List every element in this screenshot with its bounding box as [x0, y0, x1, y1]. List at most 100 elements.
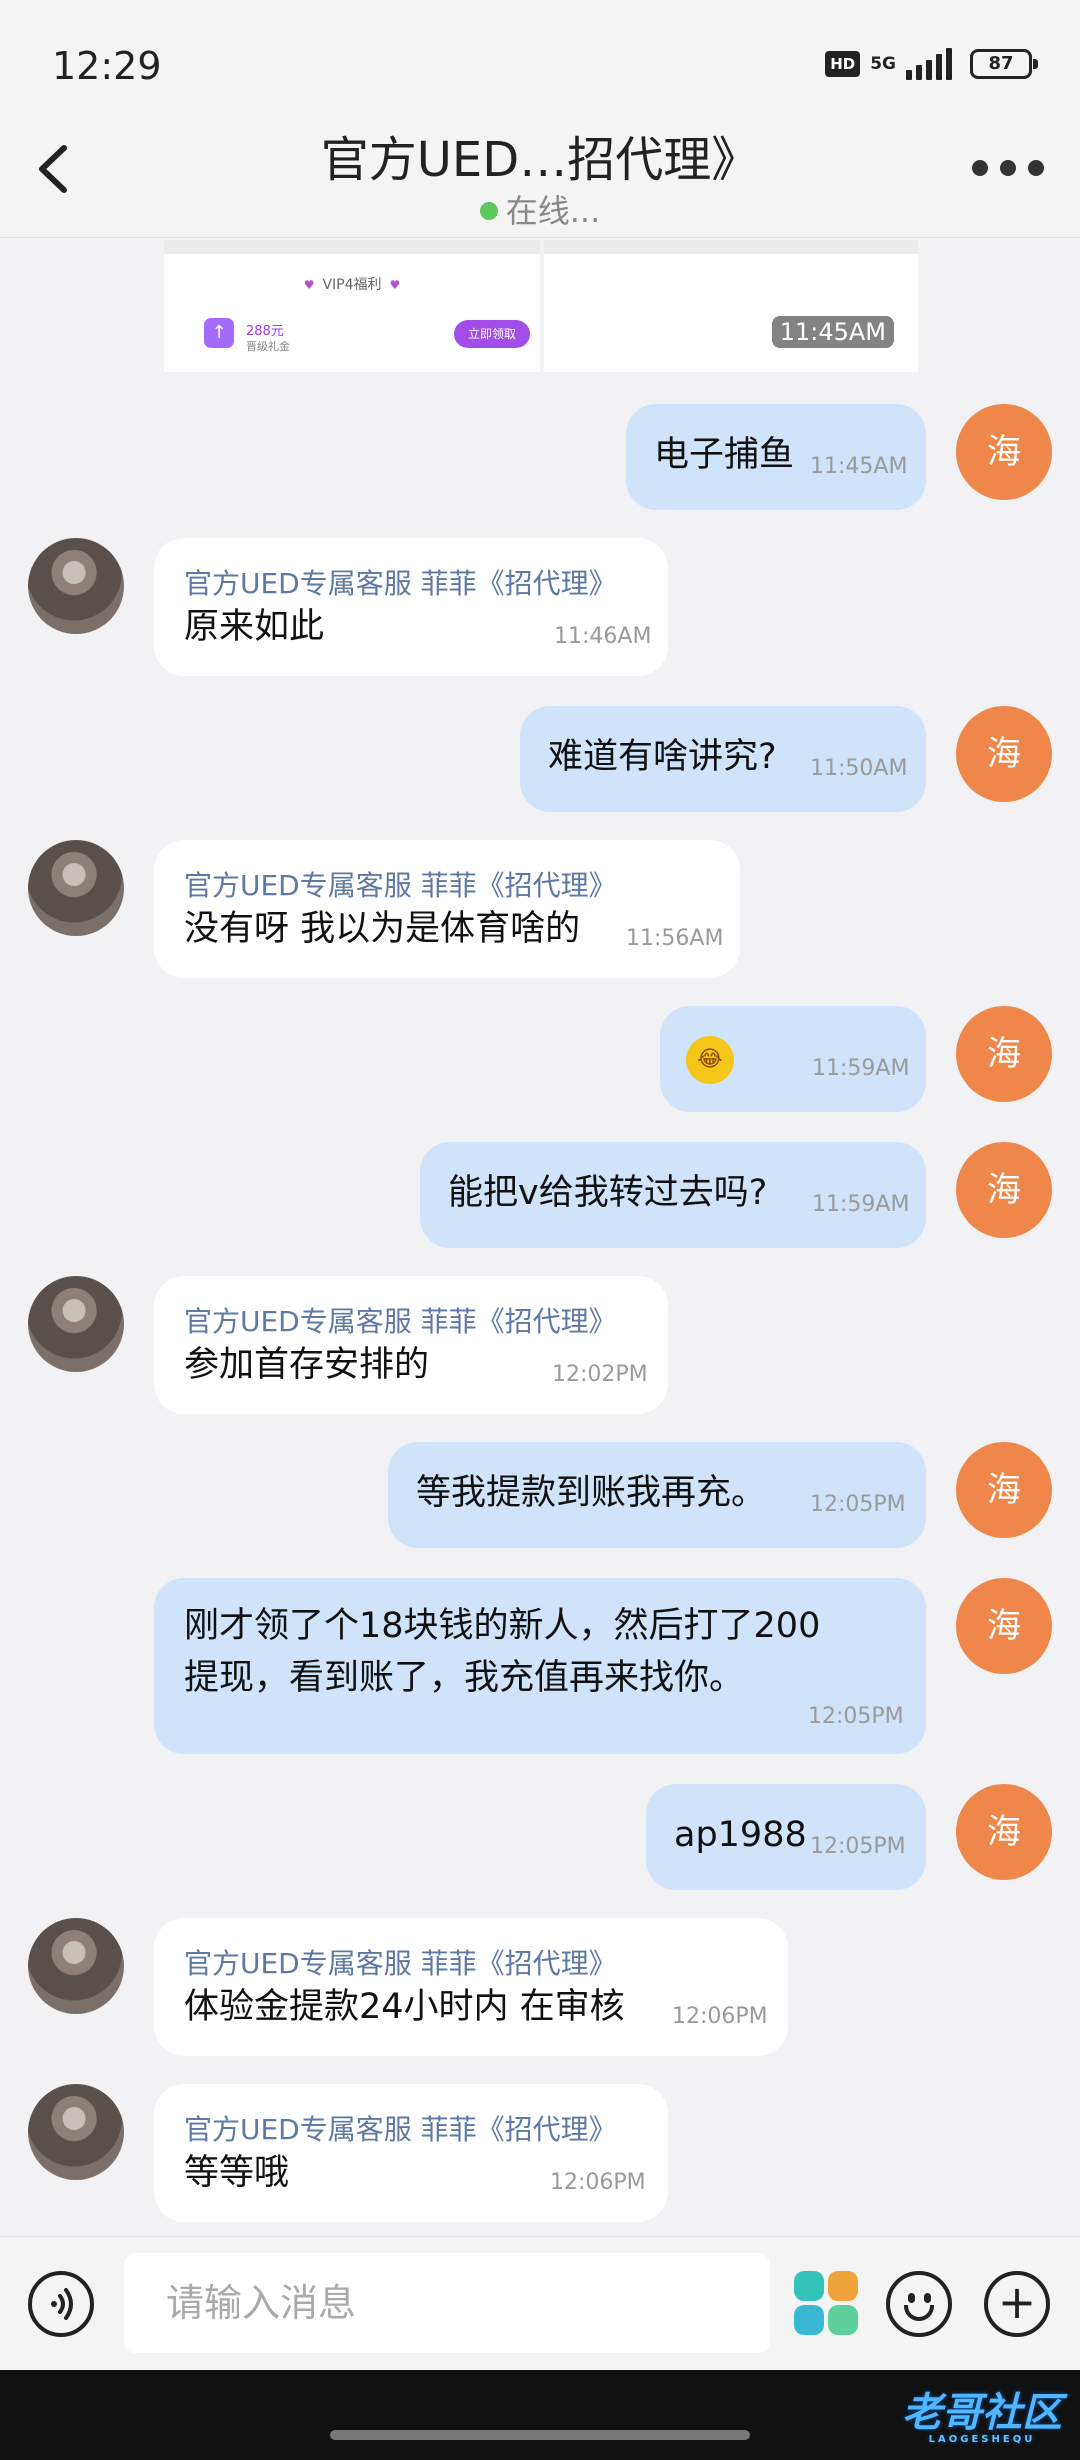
vip-label-text: VIP4福利 [322, 277, 382, 293]
emoji-button[interactable] [886, 2271, 952, 2337]
message-time: 11:45AM [810, 454, 908, 479]
dot-icon [972, 160, 988, 176]
shared-image-card[interactable]: ♥ VIP4福利 ♥ ↑ 288元 晋级礼金 立即领取 [164, 240, 540, 372]
emoji-icon [904, 2305, 934, 2321]
message-time: 12:05PM [810, 1834, 906, 1859]
message-time: 12:05PM [810, 1492, 906, 1517]
my-avatar[interactable]: 海 [956, 1142, 1052, 1238]
apps-icon [828, 2305, 858, 2335]
my-avatar[interactable]: 海 [956, 1006, 1052, 1102]
claim-button: 立即领取 [454, 320, 530, 348]
incoming-message[interactable]: 官方UED专属客服 菲菲《招代理》 体验金提款24小时内 在审核 12:06PM [154, 1918, 788, 2056]
message-text: 能把v给我转过去吗? [448, 1173, 768, 1213]
dot-icon [1000, 160, 1016, 176]
card-sub: 晋级礼金 [246, 340, 290, 353]
online-status: 在线... [0, 186, 1080, 232]
incoming-message[interactable]: 官方UED专属客服 菲菲《招代理》 原来如此 11:46AM [154, 538, 668, 676]
message-text: 等我提款到账我再充。 [416, 1473, 767, 1513]
heart-icon: ♥ [389, 278, 401, 292]
my-avatar[interactable]: 海 [956, 1442, 1052, 1538]
home-indicator[interactable] [330, 2430, 750, 2440]
apps-icon [828, 2271, 858, 2301]
outgoing-message[interactable]: 难道有啥讲究? 11:50AM [520, 706, 926, 812]
message-time: 11:46AM [554, 624, 652, 649]
message-text: 电子捕鱼 [654, 435, 795, 475]
watermark-text: 老哥社区 [902, 2390, 1062, 2436]
emoji-icon [924, 2293, 931, 2303]
apps-icon [794, 2305, 824, 2335]
agent-avatar[interactable] [28, 538, 124, 634]
shared-image-card[interactable]: 11:45AM [544, 240, 918, 372]
message-time: 11:56AM [626, 926, 724, 951]
voice-input-button[interactable] [28, 2271, 94, 2337]
message-text: 等等哦 [184, 2153, 290, 2193]
signal-icon [906, 48, 952, 80]
sender-name: 官方UED专属客服 菲菲《招代理》 [184, 567, 617, 600]
hd-icon: HD [825, 51, 861, 77]
outgoing-message[interactable]: 能把v给我转过去吗? 11:59AM [420, 1142, 926, 1248]
more-options-button[interactable] [972, 160, 1044, 176]
agent-avatar[interactable] [28, 840, 124, 936]
sender-name: 官方UED专属客服 菲菲《招代理》 [184, 1947, 617, 1980]
plus-icon: + [997, 2275, 1037, 2329]
network-label: 5G [870, 54, 896, 74]
online-dot-icon [479, 202, 498, 220]
laughing-tears-emoji-icon: 😂 [686, 1036, 734, 1084]
my-avatar[interactable]: 海 [956, 706, 1052, 802]
message-time: 12:05PM [808, 1704, 904, 1729]
outgoing-message[interactable]: ap1988 12:05PM [646, 1784, 926, 1890]
battery-icon: 87 [970, 49, 1038, 79]
message-text: 没有呀 我以为是体育啥的 [184, 909, 581, 949]
voice-icon [51, 2288, 73, 2320]
add-button[interactable]: + [984, 2271, 1050, 2337]
chat-header: 官方UED…招代理》 在线... [0, 110, 1080, 238]
apps-icon [794, 2271, 824, 2301]
message-time: 11:59AM [812, 1056, 910, 1081]
sender-name: 官方UED专属客服 菲菲《招代理》 [184, 869, 617, 902]
vip-label: ♥ VIP4福利 ♥ [164, 274, 540, 294]
upgrade-icon: ↑ [204, 318, 234, 348]
card-time: 11:45AM [771, 316, 894, 348]
watermark-logo: 老哥社区 LAOGESHEQU [902, 2380, 1062, 2445]
message-input[interactable] [124, 2253, 770, 2353]
incoming-message[interactable]: 官方UED专属客服 菲菲《招代理》 没有呀 我以为是体育啥的 11:56AM [154, 840, 740, 978]
message-time: 12:06PM [672, 2004, 768, 2029]
outgoing-message[interactable]: 电子捕鱼 11:45AM [626, 404, 926, 510]
message-input-bar: + [0, 2236, 1080, 2370]
status-icons: HD 5G 87 [825, 48, 1038, 80]
message-text: ap1988 [674, 1815, 807, 1855]
message-text: 参加首存安排的 [184, 1345, 430, 1385]
outgoing-message[interactable]: 😂 11:59AM [660, 1006, 926, 1112]
outgoing-message[interactable]: 刚才领了个18块钱的新人，然后打了200 提现，看到账了，我充值再来找你。 12… [154, 1578, 926, 1754]
agent-avatar[interactable] [28, 1276, 124, 1372]
message-text-line1: 刚才领了个18块钱的新人，然后打了200 [184, 1606, 821, 1646]
message-time: 11:50AM [810, 756, 908, 781]
message-text: 原来如此 [184, 607, 325, 647]
message-text: 体验金提款24小时内 在审核 [184, 1987, 625, 2027]
message-time: 11:59AM [812, 1192, 910, 1217]
message-text: 难道有啥讲究? [548, 737, 777, 777]
chat-title: 官方UED…招代理》 [320, 132, 760, 188]
agent-avatar[interactable] [28, 1918, 124, 2014]
heart-icon: ♥ [303, 278, 315, 292]
online-status-text: 在线... [505, 192, 601, 230]
incoming-message[interactable]: 官方UED专属客服 菲菲《招代理》 参加首存安排的 12:02PM [154, 1276, 668, 1414]
system-nav-bar: 老哥社区 LAOGESHEQU [0, 2370, 1080, 2460]
dot-icon [1028, 160, 1044, 176]
my-avatar[interactable]: 海 [956, 404, 1052, 500]
my-avatar[interactable]: 海 [956, 1784, 1052, 1880]
sender-name: 官方UED专属客服 菲菲《招代理》 [184, 1305, 617, 1338]
card-amount: 288元 [246, 324, 284, 339]
emoji-icon [908, 2293, 915, 2303]
outgoing-message[interactable]: 等我提款到账我再充。 12:05PM [388, 1442, 926, 1548]
status-bar: 12:29 HD 5G 87 [0, 0, 1080, 110]
status-time: 12:29 [52, 44, 162, 88]
apps-button[interactable] [794, 2271, 860, 2337]
my-avatar[interactable]: 海 [956, 1578, 1052, 1674]
message-time: 12:06PM [550, 2170, 646, 2195]
incoming-message[interactable]: 官方UED专属客服 菲菲《招代理》 等等哦 12:06PM [154, 2084, 668, 2222]
sender-name: 官方UED专属客服 菲菲《招代理》 [184, 2113, 617, 2146]
message-time: 12:02PM [552, 1362, 648, 1387]
message-text-line2: 提现，看到账了，我充值再来找你。 [184, 1658, 745, 1698]
agent-avatar[interactable] [28, 2084, 124, 2180]
